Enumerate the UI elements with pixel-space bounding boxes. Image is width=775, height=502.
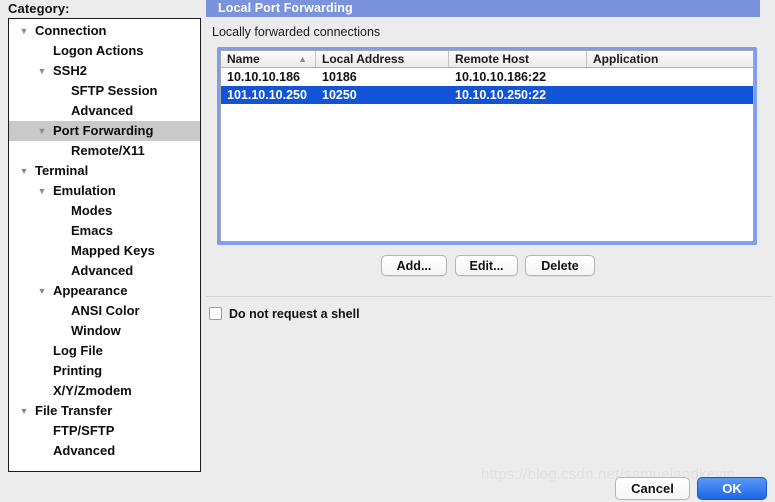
sidebar-item-terminal[interactable]: ▼ Terminal [9, 161, 200, 181]
sidebar-item-label: FTP/SFTP [53, 423, 115, 438]
cell-application [587, 68, 753, 86]
do-not-request-shell-row[interactable]: Do not request a shell [209, 305, 360, 322]
delete-button[interactable]: Delete [525, 255, 595, 276]
cell-remote-host: 10.10.10.186:22 [455, 70, 547, 84]
sort-ascending-icon: ▲ [298, 54, 307, 64]
sidebar-item-label: Emulation [53, 183, 116, 198]
ok-button[interactable]: OK [697, 477, 767, 500]
cell-name: 10.10.10.186 [227, 70, 300, 84]
forwarded-connections-listbox[interactable]: Name ▲ Local Address Remote Host Applica… [217, 47, 757, 245]
column-header-name-label: Name [227, 52, 260, 66]
sidebar-item-ssh2[interactable]: ▼ SSH2 [9, 61, 200, 81]
cell-local-address: 10186 [322, 70, 357, 84]
chevron-down-icon[interactable]: ▼ [35, 181, 49, 201]
table-row[interactable]: 101.10.10.250 10250 10.10.10.250:22 [221, 86, 753, 104]
cell-name: 101.10.10.250 [227, 88, 307, 102]
sidebar-item-label: Advanced [53, 443, 116, 458]
sidebar-item-label: Remote/X11 [71, 143, 145, 158]
column-header-local-address-label: Local Address [322, 52, 405, 66]
sidebar-item-connection[interactable]: ▼ Connection [9, 21, 200, 41]
sidebar-item-appearance[interactable]: ▼ Appearance [9, 281, 200, 301]
sidebar-item-label: ANSI Color [71, 303, 140, 318]
sidebar-item-mapped-keys[interactable]: Mapped Keys [9, 241, 200, 261]
sidebar-item-label: File Transfer [35, 403, 113, 418]
pane-title-bar: Local Port Forwarding [206, 0, 760, 17]
chevron-down-icon[interactable]: ▼ [35, 61, 49, 81]
sidebar-item-port-forwarding[interactable]: ▼ Port Forwarding [9, 121, 200, 141]
pane-separator [206, 296, 772, 297]
sidebar-item-label: Printing [53, 363, 103, 378]
category-label: Category: [8, 1, 70, 16]
sidebar-item-printing[interactable]: Printing [9, 361, 200, 381]
table-body[interactable]: 10.10.10.186 10186 10.10.10.186:22 101.10.1… [221, 68, 753, 104]
column-header-remote-host[interactable]: Remote Host [449, 51, 587, 67]
edit-button[interactable]: Edit... [455, 255, 518, 276]
sidebar-item-sftp-session[interactable]: SFTP Session [9, 81, 200, 101]
sidebar-item-label: Connection [35, 23, 107, 38]
chevron-down-icon[interactable]: ▼ [17, 161, 31, 181]
sidebar-item-logon-actions[interactable]: Logon Actions [9, 41, 200, 61]
sidebar-item-label: Log File [53, 343, 103, 358]
sidebar-item-advanced[interactable]: Advanced [9, 261, 200, 281]
sidebar-item-ftp-sftp[interactable]: FTP/SFTP [9, 421, 200, 441]
sidebar-item-label: Mapped Keys [71, 243, 155, 258]
page-title: Local Port Forwarding [218, 1, 353, 15]
table-row[interactable]: 10.10.10.186 10186 10.10.10.186:22 [221, 68, 753, 86]
sidebar-item-emulation[interactable]: ▼ Emulation [9, 181, 200, 201]
sidebar-item-modes[interactable]: Modes [9, 201, 200, 221]
sidebar-item-label: Emacs [71, 223, 113, 238]
do-not-request-shell-checkbox[interactable] [209, 307, 222, 320]
sidebar-item-emacs[interactable]: Emacs [9, 221, 200, 241]
category-tree[interactable]: ▼ Connection Logon Actions ▼ SSH2 SFTP Sessio… [8, 18, 201, 472]
sidebar-item-label: Logon Actions [53, 43, 144, 58]
sidebar-item-window[interactable]: Window [9, 321, 200, 341]
sidebar-item-label: X/Y/Zmodem [53, 383, 132, 398]
cell-remote-host: 10.10.10.250:22 [455, 88, 547, 102]
cancel-button[interactable]: Cancel [615, 477, 690, 500]
sidebar-item-label: Modes [71, 203, 113, 218]
listbox-inner: Name ▲ Local Address Remote Host Applica… [220, 50, 754, 242]
column-header-remote-host-label: Remote Host [455, 52, 530, 66]
column-header-application-label: Application [593, 52, 659, 66]
cell-local-address: 10250 [322, 88, 357, 102]
chevron-down-icon[interactable]: ▼ [17, 401, 31, 421]
sidebar-item-advanced[interactable]: Advanced [9, 101, 200, 121]
sidebar-item-label: Advanced [71, 103, 134, 118]
table-header-row[interactable]: Name ▲ Local Address Remote Host Applica… [221, 51, 753, 68]
sidebar-item-label: Advanced [71, 263, 134, 278]
sidebar-item-label: Terminal [35, 163, 89, 178]
do-not-request-shell-label: Do not request a shell [229, 306, 360, 321]
sidebar-item-label: SSH2 [53, 63, 87, 78]
add-button[interactable]: Add... [381, 255, 447, 276]
section-label: Locally forwarded connections [212, 25, 381, 39]
sidebar-item-ansi-color[interactable]: ANSI Color [9, 301, 200, 321]
sidebar-item-file-transfer[interactable]: ▼ File Transfer [9, 401, 200, 421]
chevron-down-icon[interactable]: ▼ [17, 21, 31, 41]
sidebar-item-label: SFTP Session [71, 83, 158, 98]
sidebar-item-remote-x11[interactable]: Remote/X11 [9, 141, 200, 161]
sidebar-item-label: Appearance [53, 283, 128, 298]
column-header-application[interactable]: Application [587, 51, 753, 67]
column-header-local-address[interactable]: Local Address [316, 51, 449, 67]
sidebar-item-advanced[interactable]: Advanced [9, 441, 200, 461]
sidebar-item-label: Window [71, 323, 121, 338]
column-header-name[interactable]: Name ▲ [221, 51, 316, 67]
cell-application [587, 86, 753, 104]
chevron-down-icon[interactable]: ▼ [35, 281, 49, 301]
sidebar-item-label: Port Forwarding [53, 123, 154, 138]
chevron-down-icon[interactable]: ▼ [35, 121, 49, 141]
sidebar-item-x-y-zmodem[interactable]: X/Y/Zmodem [9, 381, 200, 401]
sidebar-item-log-file[interactable]: Log File [9, 341, 200, 361]
